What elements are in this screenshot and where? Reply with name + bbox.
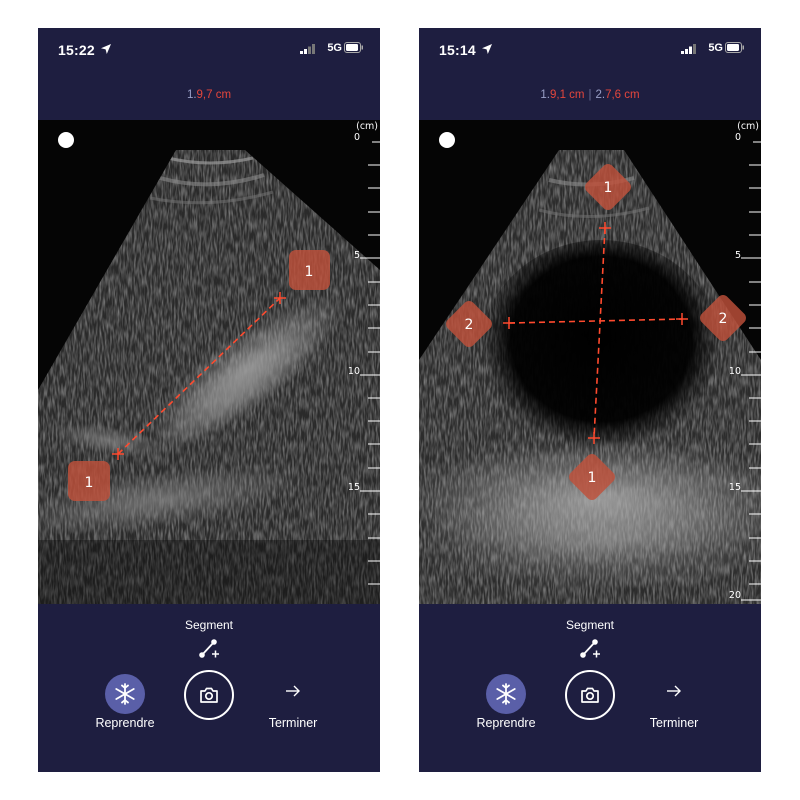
battery-icon <box>725 42 744 53</box>
caliper-handle-1[interactable]: 1 <box>68 461 110 501</box>
signal-icon <box>681 44 696 54</box>
snowflake-icon <box>496 683 516 705</box>
finish-button[interactable]: Terminer <box>253 716 333 730</box>
status-time: 15:22 <box>58 42 95 58</box>
arrow-right-icon[interactable] <box>665 682 683 700</box>
measurement-index: 2. <box>595 89 606 101</box>
mode-label: Segment <box>184 618 234 632</box>
svg-text:1: 1 <box>604 180 613 196</box>
status-bar: 15:14 5G <box>419 28 761 70</box>
svg-text:1: 1 <box>588 470 597 486</box>
scale-unit: (cm) <box>356 121 378 132</box>
arrow-right-icon[interactable] <box>284 682 302 700</box>
caliper-handle-1[interactable]: 1 <box>289 250 330 290</box>
scale-tick-label: 0 <box>734 132 741 143</box>
capture-button[interactable] <box>565 670 615 720</box>
freeze-button[interactable] <box>486 674 526 714</box>
phone-screen-left: 15:22 5G 1.9,7 cm 1 1 (cm) 0 5 10 15 Seg… <box>38 28 380 772</box>
freeze-label: Reprendre <box>95 716 155 730</box>
measurement-index: 1. <box>186 89 197 101</box>
segment-tool-icon[interactable] <box>198 637 220 659</box>
segment-tool-icon[interactable] <box>579 637 601 659</box>
measurement-value: 7,6 cm <box>605 89 640 101</box>
snowflake-icon <box>115 683 135 705</box>
signal-icon <box>300 44 315 54</box>
measurement-readout: 1.9,7 cm <box>38 70 380 120</box>
location-arrow-icon <box>482 44 492 54</box>
bottom-toolbar: Segment Reprendre Terminer <box>419 604 761 772</box>
measurement-readout: 1.9,1 cm | 2.7,6 cm <box>419 70 761 120</box>
freeze-button[interactable] <box>105 674 145 714</box>
scale-tick-label: 15 <box>728 482 741 493</box>
status-time: 15:14 <box>439 42 476 58</box>
measurement-value: 9,7 cm <box>196 89 232 101</box>
location-arrow-icon <box>101 44 111 54</box>
camera-icon <box>581 687 599 703</box>
freeze-label: Reprendre <box>476 716 536 730</box>
scale-unit: (cm) <box>737 121 759 132</box>
svg-text:1: 1 <box>305 264 314 280</box>
svg-text:1: 1 <box>85 475 94 491</box>
scale-tick-label: 10 <box>728 366 741 377</box>
finish-button[interactable]: Terminer <box>634 716 714 730</box>
measurement-value: 9,1 cm <box>549 89 585 101</box>
measurement-index: 1. <box>540 89 550 101</box>
phone-screen-right: 15:14 5G 1.9,1 cm | 2.7,6 cm 1 1 2 2 (cm… <box>419 28 761 772</box>
network-type: 5G <box>708 42 723 54</box>
record-indicator <box>439 132 455 148</box>
scale-tick-label: 5 <box>734 250 741 261</box>
network-type: 5G <box>327 42 342 54</box>
bottom-toolbar: Segment Reprendre Terminer <box>38 604 380 772</box>
svg-text:2: 2 <box>465 317 474 333</box>
measurement-separator: | <box>588 89 592 101</box>
battery-icon <box>344 42 363 53</box>
scale-tick-label: 20 <box>728 590 741 601</box>
status-bar: 15:22 5G <box>38 28 380 70</box>
scale-tick-label: 15 <box>347 482 360 493</box>
record-indicator <box>58 132 74 148</box>
ultrasound-image[interactable]: 1 1 (cm) 0 5 10 15 <box>38 120 380 604</box>
scale-tick-label: 5 <box>353 250 360 261</box>
capture-button[interactable] <box>184 670 234 720</box>
ultrasound-image[interactable]: 1 1 2 2 (cm) 0 5 10 15 20 <box>419 120 761 604</box>
scale-tick-label: 0 <box>353 132 360 143</box>
camera-icon <box>200 687 218 703</box>
svg-text:2: 2 <box>719 311 728 327</box>
scale-tick-label: 10 <box>347 366 360 377</box>
mode-label: Segment <box>565 618 615 632</box>
